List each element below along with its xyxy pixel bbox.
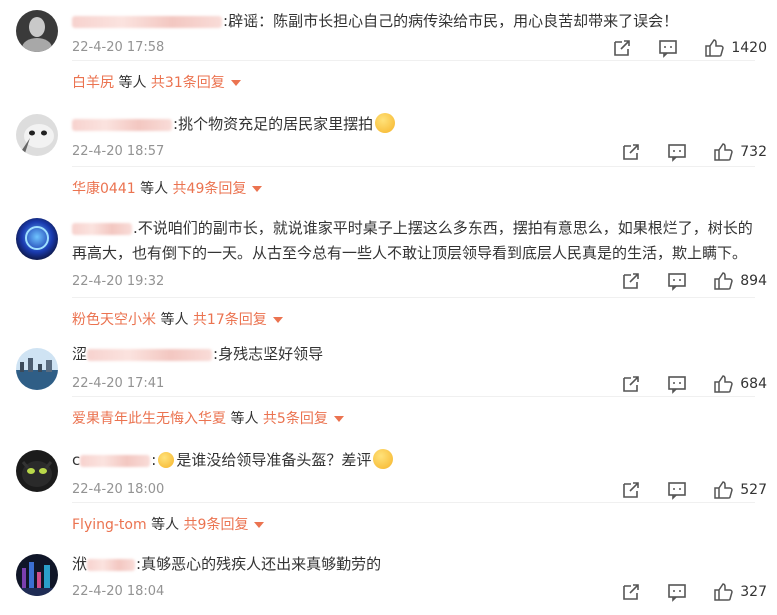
share-icon[interactable] xyxy=(620,373,642,395)
comment-actions: 527 xyxy=(596,479,767,501)
share-icon[interactable] xyxy=(611,37,633,59)
username[interactable] xyxy=(80,454,151,467)
like-icon[interactable] xyxy=(712,373,734,395)
avatar[interactable] xyxy=(16,218,58,260)
avatar[interactable] xyxy=(16,348,58,390)
comment-icon[interactable] xyxy=(657,37,679,59)
username-suffix: : xyxy=(151,451,157,469)
timestamp: 22-4-20 17:41 xyxy=(72,376,165,391)
reply-mid-text: 等人 xyxy=(140,181,169,197)
like-icon[interactable] xyxy=(712,479,734,501)
reply-count-link[interactable]: 共49条回复 xyxy=(173,181,247,197)
reply-user-link[interactable]: 华康0441 xyxy=(72,181,136,197)
reply-mid-text: 等人 xyxy=(118,75,147,91)
username-visible-char[interactable]: 洑 xyxy=(72,555,87,573)
like-count: 894 xyxy=(740,273,767,289)
like-icon[interactable] xyxy=(712,270,734,292)
reply-user-link[interactable]: 白羊尻 xyxy=(72,75,114,91)
comment-line: 洑:真够恶心的残疾人还出来真够勤劳的 xyxy=(72,552,767,577)
reply-summary[interactable]: 华康0441 等人 共49条回复 xyxy=(72,166,755,198)
share-icon[interactable] xyxy=(620,479,642,501)
comment-icon[interactable] xyxy=(666,141,688,163)
chevron-down-icon[interactable] xyxy=(230,80,241,86)
reply-mid-text: 等人 xyxy=(160,312,189,328)
reply-user-link[interactable]: Flying-tom xyxy=(72,517,147,533)
reply-mid-text: 等人 xyxy=(230,411,259,427)
avatar[interactable] xyxy=(16,554,58,596)
avatar[interactable] xyxy=(16,450,58,492)
timestamp: 22-4-20 18:57 xyxy=(72,144,165,159)
reply-summary[interactable]: Flying-tom 等人 共9条回复 xyxy=(72,502,755,534)
comment-text: 身残志坚好领导 xyxy=(218,345,324,363)
username-visible-char[interactable]: c xyxy=(72,451,80,469)
like-count: 527 xyxy=(740,482,767,498)
reply-summary[interactable]: 白羊尻 等人 共31条回复 xyxy=(72,60,755,92)
comment-icon[interactable] xyxy=(666,581,688,603)
comment-text: 真够恶心的残疾人还出来真够勤劳的 xyxy=(141,555,382,573)
comment-icon[interactable] xyxy=(666,270,688,292)
reply-user-link[interactable]: 爱果青年此生无悔入华夏 xyxy=(72,411,226,427)
timestamp: 22-4-20 17:58 xyxy=(72,40,165,55)
chevron-down-icon[interactable] xyxy=(333,416,344,422)
like-icon[interactable] xyxy=(703,37,725,59)
comment-line: .不说咱们的副市长，就说谁家平时桌子上摆这么多东西，摆拍有意思么，如果根烂了，树… xyxy=(72,216,763,266)
chevron-down-icon[interactable] xyxy=(272,317,283,323)
share-icon[interactable] xyxy=(620,581,642,603)
username[interactable] xyxy=(72,15,222,28)
like-count: 684 xyxy=(740,376,767,392)
chevron-down-icon[interactable] xyxy=(254,522,265,528)
comment-actions: 1420 xyxy=(587,37,767,59)
avatar[interactable] xyxy=(16,10,58,52)
emoji-icon xyxy=(158,452,175,468)
timestamp: 22-4-20 18:00 xyxy=(72,482,165,497)
reply-mid-text: 等人 xyxy=(151,517,180,533)
like-icon[interactable] xyxy=(712,581,734,603)
like-count: 732 xyxy=(740,144,767,160)
reply-count-link[interactable]: 共31条回复 xyxy=(151,75,225,91)
comment-line: c: 是谁没给领导准备头盔？差评 xyxy=(72,448,767,473)
username[interactable] xyxy=(87,348,213,361)
reply-count-link[interactable]: 共9条回复 xyxy=(184,517,249,533)
like-count: 1420 xyxy=(731,40,767,56)
like-count: 327 xyxy=(740,584,767,600)
avatar[interactable] xyxy=(16,114,58,156)
chevron-down-icon[interactable] xyxy=(252,186,263,192)
username[interactable] xyxy=(87,558,136,571)
reply-count-link[interactable]: 共17条回复 xyxy=(193,312,267,328)
reply-summary[interactable]: 爱果青年此生无悔入华夏 等人 共5条回复 xyxy=(72,396,755,428)
comment-line: :挑个物资充足的居民家里摆拍 xyxy=(72,112,767,137)
share-icon[interactable] xyxy=(620,270,642,292)
comment-text: 辟谣：陈副市长担心自己的病传染给市民，用心良苦却带来了误会！ xyxy=(228,12,679,30)
reply-summary[interactable]: 粉色天空小米 等人 共17条回复 xyxy=(72,297,755,329)
comment-actions: 732 xyxy=(596,141,767,163)
timestamp: 22-4-20 19:32 xyxy=(72,274,165,289)
username[interactable] xyxy=(72,222,132,235)
comment-text: 是谁没给领导准备头盔？差评 xyxy=(176,451,372,469)
comment-actions: 684 xyxy=(596,373,767,395)
comment-line: 涩:身残志坚好领导 xyxy=(72,342,767,367)
username-visible-char[interactable]: 涩 xyxy=(72,345,87,363)
emoji-icon xyxy=(375,113,396,133)
comment-actions: 894 xyxy=(596,270,767,292)
comment-icon[interactable] xyxy=(666,373,688,395)
share-icon[interactable] xyxy=(620,141,642,163)
timestamp: 22-4-20 18:04 xyxy=(72,584,165,599)
comment-line: :辟谣：陈副市长担心自己的病传染给市民，用心良苦却带来了误会！ xyxy=(72,9,767,34)
comment-list: :辟谣：陈副市长担心自己的病传染给市民，用心良苦却带来了误会！ 22-4-20 … xyxy=(0,0,777,615)
reply-count-link[interactable]: 共5条回复 xyxy=(263,411,328,427)
username[interactable] xyxy=(72,118,172,131)
laughing-emoji-icon xyxy=(373,449,394,469)
comment-icon[interactable] xyxy=(666,479,688,501)
comment-text: 不说咱们的副市长，就说谁家平时桌子上摆这么多东西，摆拍有意思么，如果根烂了，树长… xyxy=(72,219,753,262)
like-icon[interactable] xyxy=(712,141,734,163)
comment-actions: 327 xyxy=(596,581,767,603)
reply-user-link[interactable]: 粉色天空小米 xyxy=(72,312,156,328)
comment-text: 挑个物资充足的居民家里摆拍 xyxy=(178,115,374,133)
